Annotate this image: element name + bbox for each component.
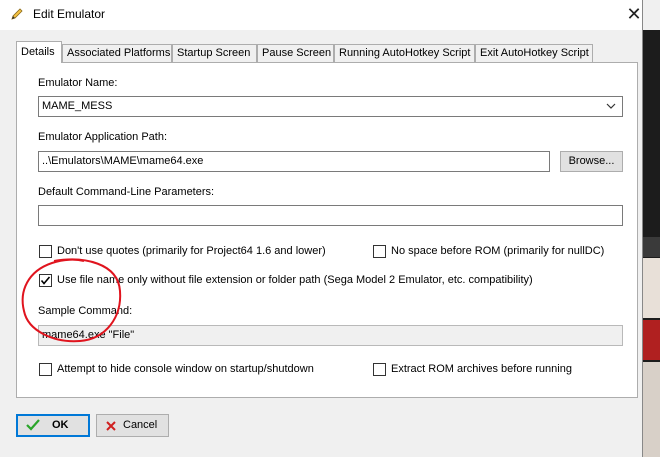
cancel-x-icon — [106, 421, 116, 431]
tab-startup-screen[interactable]: Startup Screen — [172, 44, 257, 62]
strip-band-2 — [643, 258, 660, 318]
cmdline-input[interactable] — [38, 205, 623, 226]
background-app-strip — [643, 0, 660, 457]
extract-rom-checkbox[interactable] — [373, 363, 386, 376]
chevron-down-icon[interactable] — [606, 103, 616, 110]
pencil-icon — [11, 8, 23, 20]
no-space-checkbox[interactable] — [373, 245, 386, 258]
tab-running-autohotkey-script[interactable]: Running AutoHotkey Script — [334, 44, 475, 62]
ok-label: OK — [52, 419, 69, 431]
window-title: Edit Emulator — [33, 7, 106, 21]
browse-button[interactable]: Browse... — [560, 151, 623, 172]
use-filename-only-label: Use file name only without file extensio… — [57, 274, 533, 286]
tab-pause-screen[interactable]: Pause Screen — [257, 44, 334, 62]
hide-console-label: Attempt to hide console window on startu… — [57, 363, 314, 375]
no-space-label: No space before ROM (primarily for nullD… — [391, 245, 605, 257]
app-path-input[interactable]: ..\Emulators\MAME\mame64.exe — [38, 151, 550, 172]
edit-emulator-dialog: Edit Emulator ✕ Details Associated Platf… — [0, 0, 642, 457]
extract-rom-label: Extract ROM archives before running — [391, 363, 572, 375]
title-bar[interactable]: Edit Emulator ✕ — [0, 0, 642, 30]
checkmark-icon — [26, 419, 40, 431]
tab-exit-autohotkey-script[interactable]: Exit AutoHotkey Script — [475, 44, 593, 62]
tab-details[interactable]: Details — [16, 41, 62, 63]
app-path-value: ..\Emulators\MAME\mame64.exe — [42, 155, 204, 167]
cancel-button[interactable]: Cancel — [96, 414, 169, 437]
emulator-name-combobox[interactable]: MAME_MESS — [38, 96, 623, 117]
emulator-name-label: Emulator Name: — [38, 77, 118, 89]
cancel-label: Cancel — [123, 419, 158, 431]
annotation-circle — [21, 258, 122, 343]
strip-band-3 — [643, 320, 660, 360]
strip-band-1 — [643, 237, 660, 257]
ok-button[interactable]: OK — [16, 414, 90, 437]
app-path-label: Emulator Application Path: — [38, 131, 168, 143]
hide-console-checkbox[interactable] — [39, 363, 52, 376]
strip-top — [643, 0, 660, 30]
emulator-name-value: MAME_MESS — [42, 100, 113, 112]
cmdline-label: Default Command-Line Parameters: — [38, 186, 215, 198]
details-panel: Emulator Name: MAME_MESS Emulator Applic… — [16, 62, 638, 398]
strip-band-4 — [643, 362, 660, 457]
close-button[interactable]: ✕ — [626, 4, 642, 24]
tab-associated-platforms[interactable]: Associated Platforms — [62, 44, 172, 62]
